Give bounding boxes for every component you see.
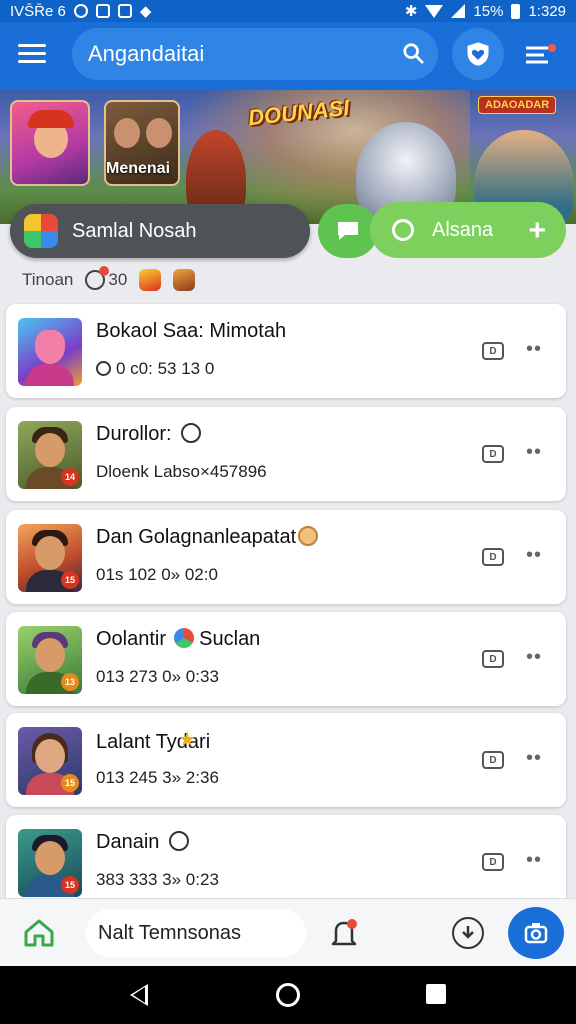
target-icon — [168, 831, 189, 851]
signal-icon — [451, 4, 466, 18]
battery-percent: 15% — [473, 2, 504, 20]
profile-pill[interactable]: Samlal Nosah — [10, 204, 310, 258]
more-options-icon[interactable]: •• — [526, 646, 542, 669]
plus-icon[interactable]: + — [528, 214, 546, 248]
clock: 1:329 — [528, 2, 566, 20]
level-badge: 14 — [61, 468, 79, 486]
filter-count-value: 30 — [108, 270, 128, 289]
more-options-icon[interactable]: •• — [526, 747, 542, 770]
location-icon: ◆ — [139, 3, 152, 20]
list-item[interactable]: 15 Lalant Tydari★ 013 245 3» 2:36 D •• — [6, 713, 566, 807]
trophy-badge-icon[interactable] — [173, 269, 196, 291]
wifi-icon — [425, 4, 444, 18]
player-avatar: 15 — [18, 524, 82, 592]
list-item[interactable]: 15 Dan Golagnanleapatat 01s 102 0» 02:0 … — [6, 510, 566, 604]
target-icon — [85, 266, 110, 290]
item-subtitle: 013 273 0» 0:33 — [96, 667, 219, 686]
player-avatar: 13 — [18, 626, 82, 694]
menu-icon[interactable] — [18, 42, 46, 66]
favorites-button[interactable] — [452, 28, 504, 80]
search-text: Angandaitai — [88, 41, 205, 66]
download-badge-icon[interactable]: D — [482, 548, 504, 566]
status-bar: IVS̄R̄e 6 ◆ ✱ 15% 1:329 — [0, 0, 576, 22]
bottom-nav: Nalt Temnsonas — [0, 898, 576, 966]
bottom-search-field[interactable]: Nalt Temnsonas — [86, 909, 306, 957]
item-title: Danain — [96, 831, 189, 854]
search-input[interactable]: Angandaitai — [72, 28, 438, 80]
filter-row: Tinoan 30 — [22, 266, 196, 294]
list-item[interactable]: 13 Oolantir Suclan 013 273 0» 0:33 D •• — [6, 612, 566, 706]
player-avatar: 15 — [18, 829, 82, 897]
app-logo-icon — [24, 214, 58, 248]
list-item[interactable]: 14 Durollor: Dloenk Labso×457896 D •• — [6, 407, 566, 501]
download-icon[interactable] — [452, 917, 484, 949]
item-title: Oolantir Suclan — [96, 628, 261, 650]
level-badge: 15 — [61, 774, 79, 792]
more-options-icon[interactable]: •• — [526, 544, 542, 567]
download-badge-icon[interactable]: D — [482, 342, 504, 360]
status-left-text: IVS̄R̄e 6 — [10, 2, 66, 20]
level-badge: 15 — [61, 571, 79, 589]
banner-thumbnail-caption: Menenai — [106, 160, 171, 177]
system-navigation-bar — [0, 966, 576, 1024]
item-subtitle: Dloenk Labso×457896 — [96, 462, 267, 481]
message-notification-icon — [117, 4, 132, 18]
create-pill-label: Alsana — [432, 218, 494, 241]
more-options-icon[interactable]: •• — [526, 441, 542, 464]
item-subtitle: 013 245 3» 2:36 — [96, 768, 219, 787]
download-badge-icon[interactable]: D — [482, 853, 504, 871]
item-title: Dan Golagnanleapatat — [96, 526, 319, 549]
chat-bubble-icon — [338, 222, 358, 240]
more-options-icon[interactable]: •• — [526, 338, 542, 361]
banner-thumbnail-1[interactable] — [10, 100, 90, 186]
home-icon[interactable] — [22, 917, 56, 949]
list-item[interactable]: Bokaol Saa: Mimotah 0 c0: 53 13 0 D •• — [6, 304, 566, 398]
more-options-icon[interactable]: •• — [526, 849, 542, 872]
item-title: Bokaol Saa: Mimotah — [96, 320, 287, 342]
filter-label[interactable]: Tinoan — [22, 270, 73, 290]
item-subtitle: 383 333 3» 0:23 — [96, 870, 219, 889]
star-icon: ★ — [178, 729, 197, 751]
player-avatar: 15 — [18, 727, 82, 795]
item-subtitle: 0 c0: 53 13 0 — [96, 359, 214, 379]
list-item[interactable]: 15 Danain 383 333 3» 0:23 D •• — [6, 815, 566, 899]
level-badge: 15 — [61, 876, 79, 894]
bluetooth-icon: ✱ — [404, 3, 418, 20]
recents-icon[interactable] — [426, 984, 446, 1004]
item-subtitle: 01s 102 0» 02:0 — [96, 565, 218, 584]
download-badge-icon[interactable]: D — [482, 751, 504, 769]
circle-icon — [392, 219, 414, 241]
system-home-icon[interactable] — [276, 983, 300, 1007]
game-badge-icon[interactable] — [139, 269, 162, 291]
notification-icon — [73, 4, 88, 18]
emoji-face-icon — [298, 526, 319, 546]
search-icon[interactable] — [402, 42, 424, 64]
bottom-field-text: Nalt Temnsonas — [98, 921, 242, 944]
level-badge: 13 — [61, 673, 79, 691]
item-title: Lalant Tydari★ — [96, 729, 211, 753]
clock-icon — [96, 361, 111, 376]
battery-icon — [511, 3, 521, 19]
image-notification-icon — [95, 4, 110, 18]
globe-icon — [173, 628, 194, 648]
app-bar: Angandaitai — [0, 22, 576, 90]
item-title: Durollor: — [96, 423, 202, 446]
target-icon — [181, 423, 202, 443]
filter-icon[interactable] — [522, 40, 558, 70]
create-pill[interactable]: Alsana + — [370, 202, 566, 258]
chat-button[interactable] — [318, 204, 378, 258]
camera-icon[interactable] — [508, 907, 564, 959]
game-avatar — [18, 318, 82, 386]
back-icon[interactable] — [130, 984, 148, 1006]
filter-count[interactable]: 30 — [85, 266, 128, 290]
bell-icon[interactable] — [328, 917, 360, 949]
player-avatar: 14 — [18, 421, 82, 489]
banner-badge: ADAOADAR — [478, 96, 557, 114]
heart-shield-icon — [467, 42, 489, 66]
download-badge-icon[interactable]: D — [482, 445, 504, 463]
profile-label: Samlal Nosah — [72, 219, 197, 242]
download-badge-icon[interactable]: D — [482, 650, 504, 668]
